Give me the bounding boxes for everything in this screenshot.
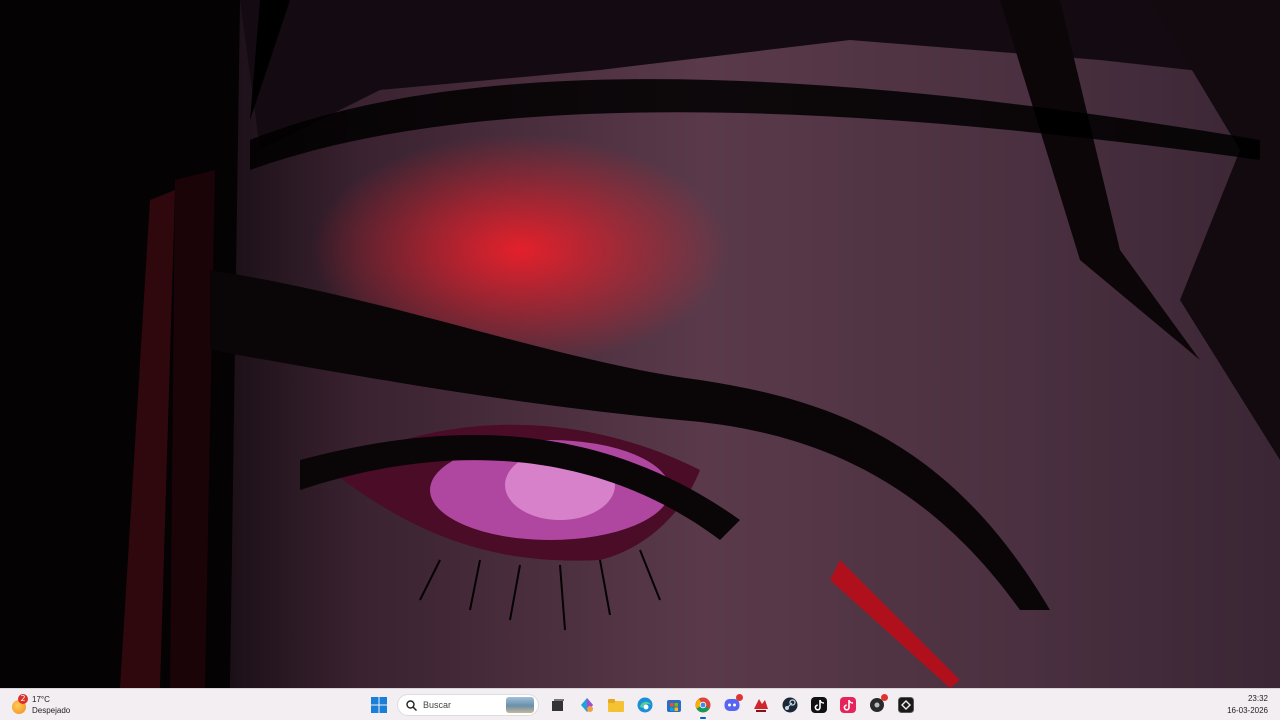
tiktok-pink-icon[interactable] [836, 693, 860, 717]
windows-start-icon[interactable] [367, 693, 391, 717]
wallpaper-art [0, 0, 1280, 688]
discord-notification-dot [735, 694, 743, 701]
search-icon [406, 699, 417, 711]
media-player-icon[interactable] [865, 693, 889, 717]
weather-condition: Despejado [32, 706, 71, 715]
weather-sun-icon: 2 [10, 694, 28, 714]
edge-icon[interactable] [633, 693, 657, 717]
discord-icon[interactable] [720, 693, 744, 717]
file-explorer-icon[interactable] [604, 693, 628, 717]
tiktok-icon[interactable] [807, 693, 831, 717]
search-placeholder: Buscar [423, 700, 452, 710]
system-clock[interactable]: 23:32 16-03-2026 [1227, 693, 1268, 717]
weather-widget[interactable]: 2 17°C Despejado [10, 691, 70, 719]
taskbar: 2 17°C Despejado Buscar 23:32 16-03-2026 [0, 688, 1280, 720]
media-notification-dot [880, 694, 888, 701]
search-input[interactable]: Buscar [397, 694, 539, 716]
taskbar-center: Buscar [364, 691, 920, 719]
notification-badge: 2 [18, 694, 28, 704]
search-highlight-image [506, 697, 534, 713]
steam-icon[interactable] [778, 693, 802, 717]
store-icon[interactable] [662, 693, 686, 717]
clock-date: 16-03-2026 [1227, 706, 1268, 715]
weather-temperature: 17°C [32, 695, 50, 704]
clock-time: 23:32 [1247, 694, 1268, 703]
app-red-icon[interactable] [749, 693, 773, 717]
copilot-icon[interactable] [575, 693, 599, 717]
app-dark-icon[interactable] [894, 693, 918, 717]
desktop-wallpaper [0, 0, 1280, 688]
task-view-icon[interactable] [546, 693, 570, 717]
chrome-icon[interactable] [691, 693, 715, 719]
